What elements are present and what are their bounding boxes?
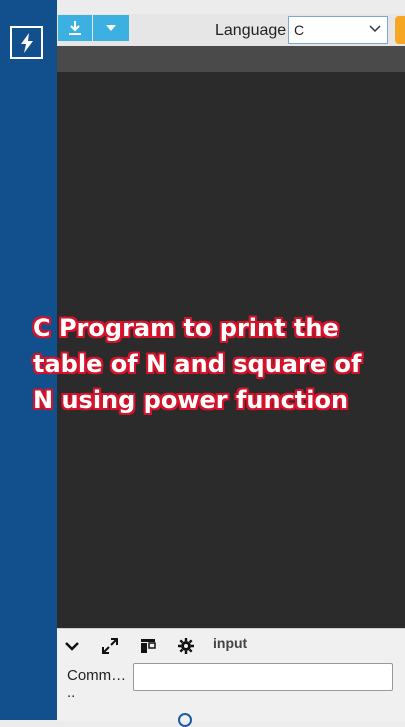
run-button[interactable] — [395, 16, 405, 44]
layout-icon[interactable] — [139, 637, 157, 655]
top-toolbar: Language C — [57, 14, 405, 46]
video-title-overlay: C Program to print the table of N and sq… — [33, 314, 362, 414]
gear-icon[interactable] — [177, 637, 195, 655]
collapse-chevron-icon[interactable] — [63, 637, 81, 655]
chevron-down-icon — [369, 25, 381, 33]
command-line-input[interactable] — [133, 663, 393, 691]
language-select[interactable]: C — [288, 16, 388, 44]
download-options-button[interactable] — [93, 15, 129, 41]
bottom-panel: input Comm… .. — [57, 628, 405, 727]
input-tab[interactable]: input — [213, 635, 247, 651]
language-label: Language — [215, 22, 287, 39]
language-select-value: C — [294, 22, 305, 38]
download-button[interactable] — [58, 15, 92, 41]
bolt-icon[interactable] — [10, 26, 43, 59]
caret-down-icon — [106, 25, 116, 31]
command-line-label: Comm… .. — [67, 667, 127, 701]
radio-indicator[interactable] — [178, 713, 192, 727]
expand-icon[interactable] — [101, 637, 119, 655]
editor-tab-strip — [57, 46, 405, 72]
download-icon — [69, 21, 81, 35]
